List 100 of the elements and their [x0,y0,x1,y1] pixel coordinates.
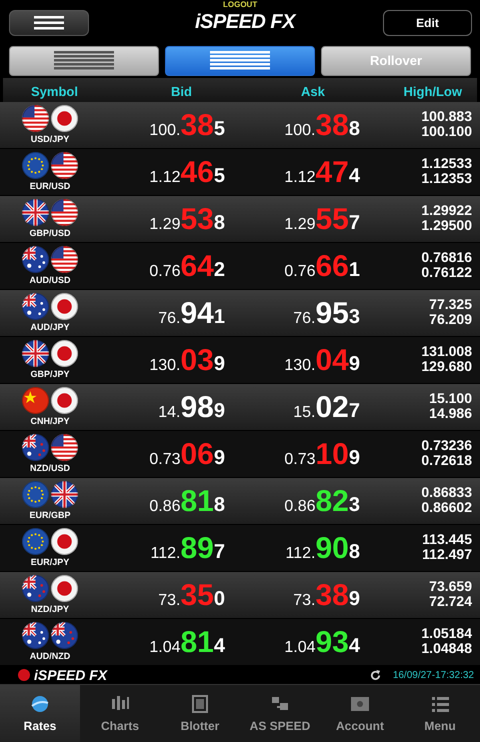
logout-link[interactable]: LOGOUT [223,0,258,9]
bid-price: 1.04814 [149,627,225,661]
currency-pair: EUR/USD [28,181,72,191]
flag-icon [51,199,78,226]
flag-icon [51,387,78,414]
low-price: 100.100 [421,124,472,139]
low-price: 0.72618 [421,453,472,468]
high-price: 1.29922 [421,203,472,218]
app-logo: iSPEED FX [195,11,295,33]
bid-price: 73.350 [158,580,225,614]
high-price: 100.883 [421,109,472,124]
currency-pair: AUD/USD [28,275,72,285]
tab[interactable]: AS SPEED [240,685,320,742]
high-price: 77.325 [429,297,472,312]
tab[interactable]: Charts [80,685,160,742]
flag-icon [22,293,49,320]
list-icon [54,51,114,71]
flag-icon [22,387,49,414]
currency-pair: AUD/JPY [29,322,70,332]
flag-icon [22,575,49,602]
document-icon [189,692,211,714]
low-price: 0.86602 [421,500,472,515]
tab[interactable]: Menu [400,685,480,742]
bid-price: 0.86818 [149,486,225,520]
flag-icon [51,575,78,602]
bid-price: 130.039 [149,345,225,379]
flag-icon [22,199,49,226]
tab[interactable]: Rates [0,685,80,742]
bid-price: 112.897 [150,533,225,567]
rate-row[interactable]: GBP/USD 1.29538 1.29557 1.29922 1.29500 [0,196,480,243]
ask-price: 100.388 [284,110,360,144]
list-toggle-button[interactable] [9,46,159,76]
currency-pair: NZD/USD [29,463,71,473]
high-price: 1.05184 [421,626,472,641]
high-price: 15.100 [429,391,472,406]
column-header: Ask [301,83,325,101]
high-price: 73.659 [429,579,472,594]
bid-price: 100.385 [149,110,225,144]
high-price: 0.73236 [421,438,472,453]
low-price: 76.209 [429,312,472,327]
low-price: 1.04848 [421,641,472,656]
ask-price: 0.73109 [284,439,360,473]
tab[interactable]: Blotter [160,685,240,742]
rate-row[interactable]: AUD/USD 0.76642 0.76661 0.76816 0.76122 [0,243,480,290]
currency-pair: NZD/JPY [30,604,70,614]
flag-icon [51,105,78,132]
bid-price: 1.29538 [149,204,225,238]
timestamp: 16/09/27-17:32:32 [392,668,474,682]
rate-row[interactable]: NZD/USD 0.73069 0.73109 0.73236 0.72618 [0,431,480,478]
flag-icon [22,434,49,461]
ask-price: 130.049 [284,345,360,379]
low-price: 0.76122 [421,265,472,280]
tab[interactable]: Account [320,685,400,742]
rate-row[interactable]: AUD/JPY 76.941 76.953 77.325 76.209 [0,290,480,337]
refresh-icon[interactable] [370,670,381,680]
bid-price: 0.73069 [149,439,225,473]
currency-pair: AUD/NZD [28,651,72,661]
list-icon [210,51,270,71]
flag-icon [51,434,78,461]
ask-price: 1.12474 [284,157,360,191]
low-price: 129.680 [421,359,472,374]
flag-icon [51,246,78,273]
high-price: 0.86833 [421,485,472,500]
rate-row[interactable]: EUR/JPY 112.897 112.908 113.445 112.497 [0,525,480,572]
ask-price: 0.76661 [284,251,360,285]
rate-row[interactable]: GBP/JPY 130.039 130.049 131.008 129.680 [0,337,480,384]
flag-icon [22,340,49,367]
rate-row[interactable]: USD/JPY 100.385 100.388 100.883 100.100 [0,102,480,149]
low-price: 1.12353 [421,171,472,186]
column-header: Bid [171,83,192,101]
flag-icon [51,622,78,649]
list-toggle-button[interactable] [165,46,315,76]
logo-badge-icon [18,669,30,681]
bid-price: 0.76642 [149,251,225,285]
rate-row[interactable]: NZD/JPY 73.350 73.389 73.659 72.724 [0,572,480,619]
currency-pair: CNH/JPY [29,416,70,426]
flag-icon [22,246,49,273]
currency-pair: EUR/JPY [30,557,70,567]
ask-price: 15.027 [293,392,360,426]
flag-icon [51,528,78,555]
currency-pair: GBP/USD [28,228,72,238]
flag-icon [22,105,49,132]
flag-icon [22,528,49,555]
currency-pair: EUR/GBP [28,510,72,520]
flag-icon [51,340,78,367]
high-price: 131.008 [421,344,472,359]
menu-button[interactable] [9,10,89,36]
flag-icon [22,152,49,179]
rate-row[interactable]: EUR/GBP 0.86818 0.86823 0.86833 0.86602 [0,478,480,525]
rate-row[interactable]: AUD/NZD 1.04814 1.04934 1.05184 1.04848 [0,619,480,666]
bid-price: 1.12465 [149,157,225,191]
rate-row[interactable]: EUR/USD 1.12465 1.12474 1.12533 1.12353 [0,149,480,196]
high-price: 1.12533 [421,156,472,171]
ask-price: 1.04934 [284,627,360,661]
edit-button[interactable]: Edit [383,10,472,36]
ask-price: 0.86823 [284,486,360,520]
rate-row[interactable]: CNH/JPY 14.989 15.027 15.100 14.986 [0,384,480,431]
high-price: 113.445 [422,532,472,547]
bid-price: 76.941 [158,298,225,332]
flag-icon [51,152,78,179]
